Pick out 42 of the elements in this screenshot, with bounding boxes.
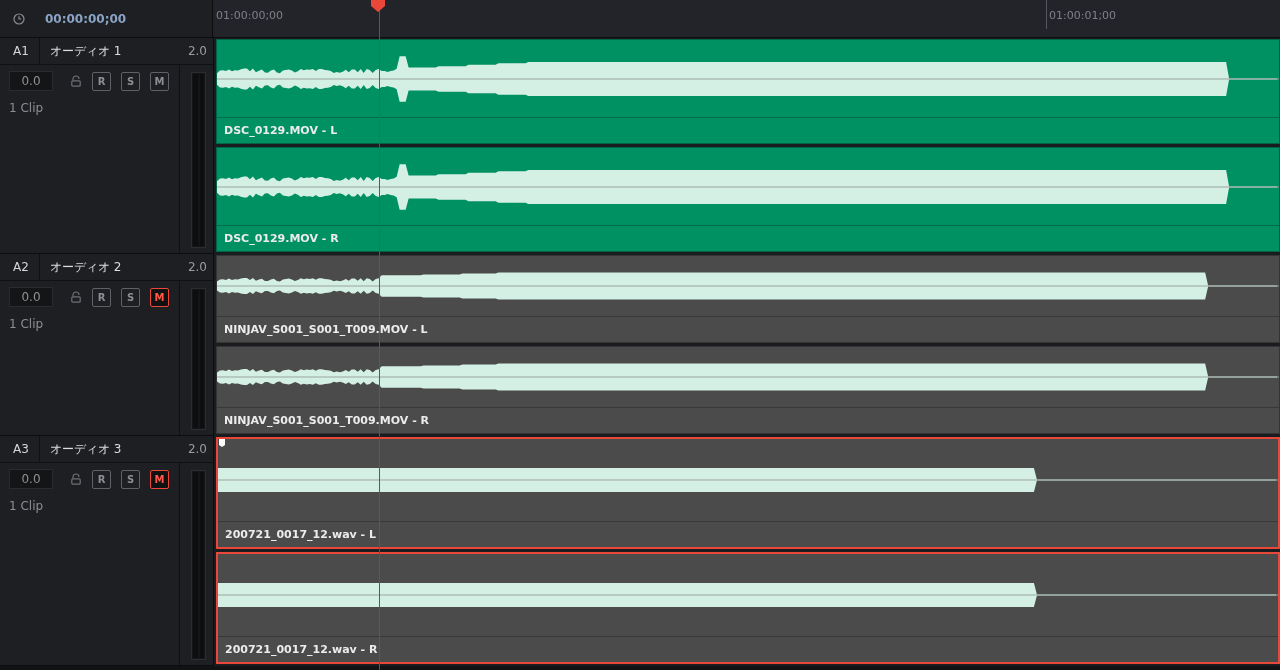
volume-field[interactable]: 0.0 (9, 469, 53, 489)
clip-marker-icon (219, 439, 225, 447)
clock-icon (13, 12, 25, 25)
clip-name: 200721_0017_12.wav - R (218, 636, 1278, 662)
timecode[interactable]: 00:00:00;00 (45, 11, 127, 26)
clip-count: 1 Clip (9, 317, 45, 331)
track-name[interactable]: オーディオ 1 (40, 42, 188, 60)
audio-clip[interactable]: 200721_0017_12.wav - R (216, 552, 1280, 664)
lock-icon[interactable] (70, 75, 82, 87)
lock-icon[interactable] (70, 291, 82, 303)
track-toggle-button[interactable]: R (92, 469, 111, 489)
track-id: A1 (0, 38, 40, 64)
track-toggle-button[interactable]: S (121, 71, 140, 91)
track-name[interactable]: オーディオ 2 (40, 258, 188, 276)
channel-format: 2.0 (187, 44, 208, 58)
track-toggle-button[interactable]: S (121, 287, 140, 307)
ruler-timecode: 01:00:01;00 (1046, 0, 1117, 29)
track-toggle-button[interactable]: M (150, 71, 169, 91)
track-toggle-button[interactable]: R (92, 71, 111, 91)
track-id: A2 (0, 254, 40, 280)
track-id: A3 (0, 436, 40, 462)
clip-name: DSC_0129.MOV - L (217, 117, 1279, 143)
volume-field[interactable]: 0.0 (9, 71, 53, 91)
track-name[interactable]: オーディオ 3 (40, 440, 188, 458)
playhead-handle[interactable] (371, 0, 386, 12)
clip-name: 200721_0017_12.wav - L (218, 521, 1278, 547)
channel-format: 2.0 (187, 260, 208, 274)
lock-icon[interactable] (70, 473, 82, 485)
audio-clip[interactable]: DSC_0129.MOV - R (216, 147, 1280, 252)
track-toggle-button[interactable]: R (92, 287, 111, 307)
clip-count: 1 Clip (9, 499, 45, 513)
channel-format: 2.0 (187, 442, 208, 456)
volume-field[interactable]: 0.0 (9, 287, 53, 307)
track-toggle-button[interactable]: S (121, 469, 140, 489)
clip-count: 1 Clip (9, 101, 45, 115)
audio-clip[interactable]: DSC_0129.MOV - L (216, 39, 1280, 144)
clip-name: DSC_0129.MOV - R (217, 225, 1279, 251)
ruler-timecode: 01:00:00;00 (216, 9, 284, 22)
track-toggle-button[interactable]: M (150, 469, 169, 489)
track-toggle-button[interactable]: M (150, 287, 169, 307)
timeline-ruler[interactable]: 01:00:00;00 01:00:01;00 (213, 0, 1280, 37)
audio-clip[interactable]: 200721_0017_12.wav - L (216, 437, 1280, 549)
